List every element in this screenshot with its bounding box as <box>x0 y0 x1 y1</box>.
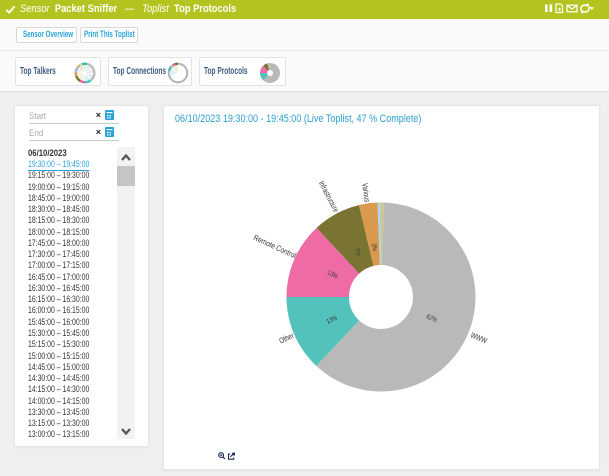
svg-text:3%: 3% <box>369 243 378 252</box>
svg-text:Infrastructure: Infrastructure <box>317 180 340 214</box>
svg-text:Various: Various <box>360 183 371 203</box>
svg-text:Remote Control: Remote Control <box>252 232 298 260</box>
svg-text:WWW: WWW <box>469 332 488 346</box>
svg-text:Other: Other <box>278 332 295 346</box>
